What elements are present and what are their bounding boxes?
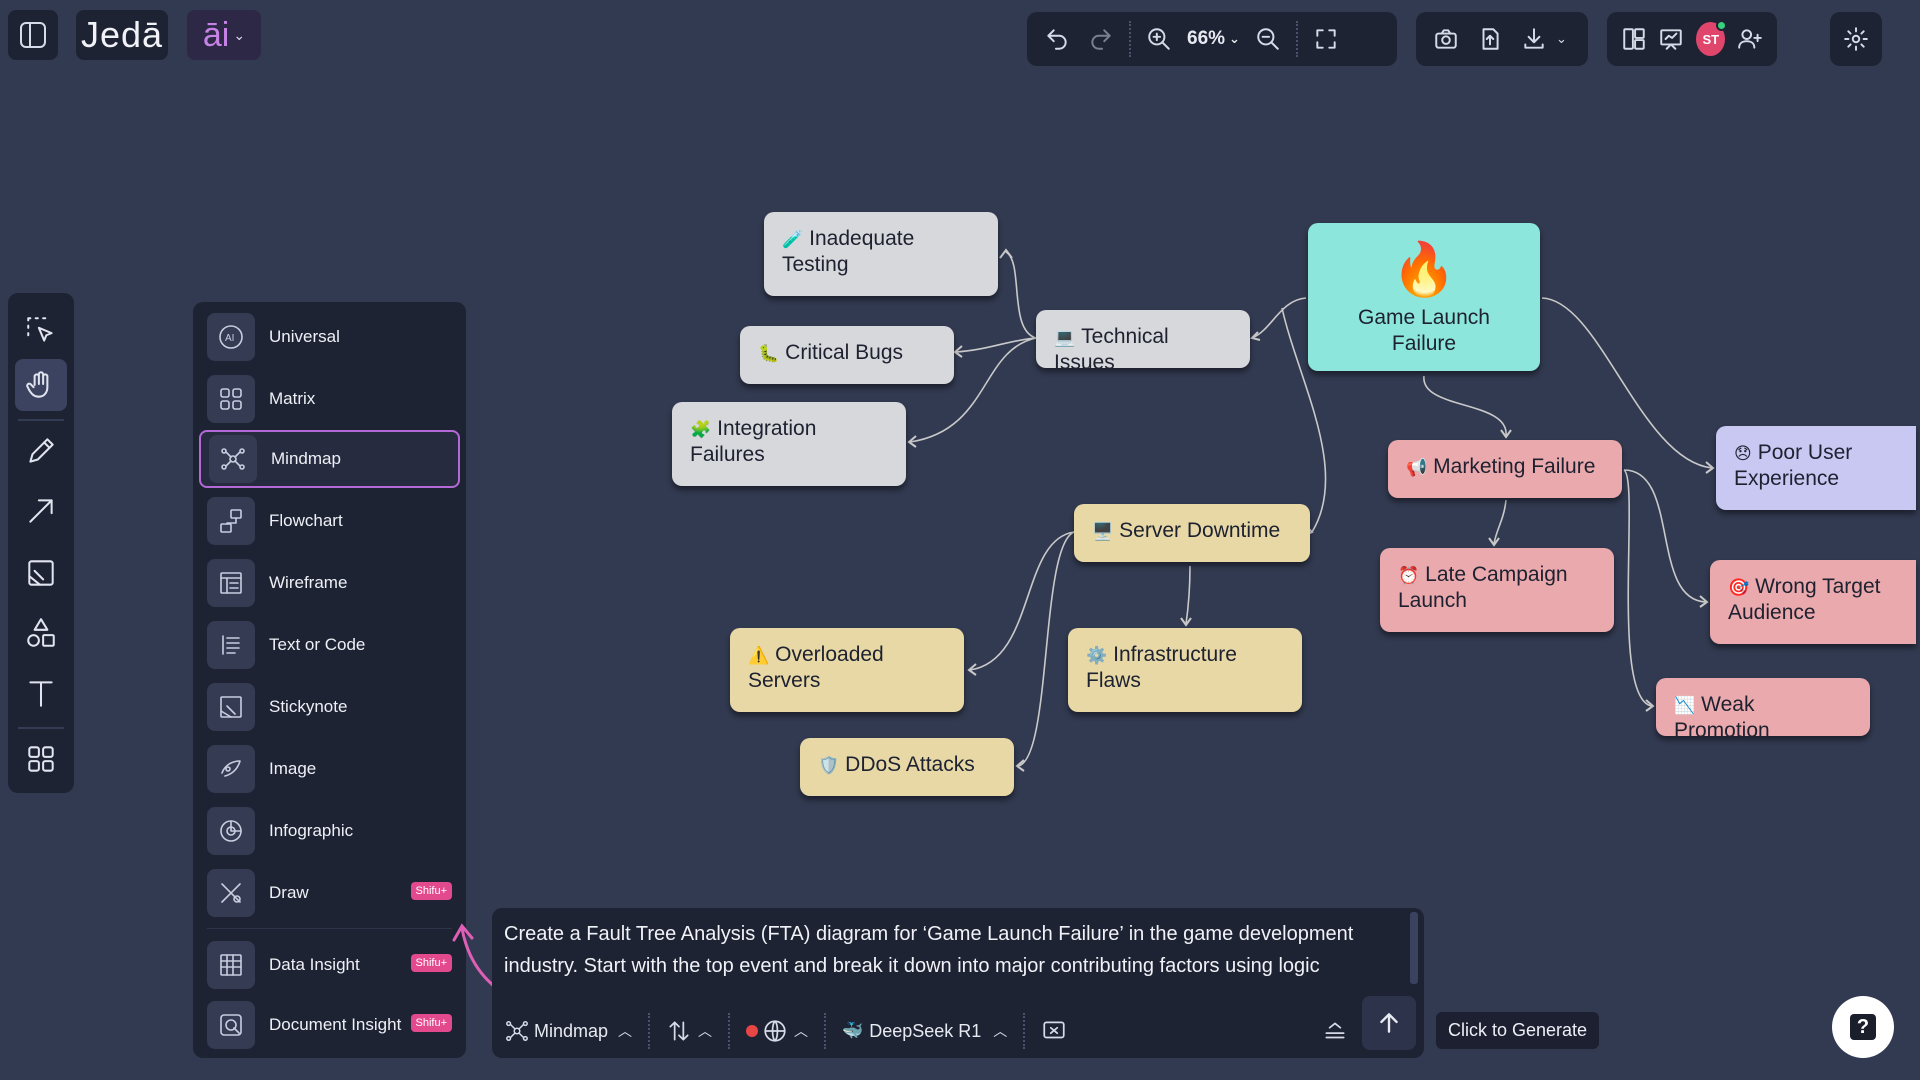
node-label: Wrong Target Audience [1728, 575, 1881, 625]
node-critical-bugs[interactable]: 🐛 Critical Bugs [740, 326, 954, 384]
gear-icon: ⚙️ [1086, 646, 1108, 665]
mindmap-icon [506, 1020, 528, 1042]
test-tube-icon: 🧪 [782, 230, 804, 249]
node-label: DDoS Attacks [845, 753, 975, 776]
help-button[interactable]: ? [1832, 996, 1894, 1058]
mode-select[interactable]: Mindmap ︿ [504, 1018, 632, 1044]
model-label: DeepSeek R1 [869, 1020, 982, 1041]
node-marketing-failure[interactable]: 📢 Marketing Failure [1388, 440, 1622, 498]
chevron-up-icon: ︿ [794, 1023, 809, 1039]
whale-icon: 🐳 [842, 1021, 864, 1040]
fire-icon: 🔥 [1391, 241, 1457, 299]
divider [728, 1013, 731, 1049]
prompt-input[interactable]: Create a Fault Tree Analysis (FTA) diagr… [504, 918, 1404, 994]
chevron-up-icon: ︿ [993, 1023, 1008, 1039]
web-search-toggle[interactable]: ︿ [746, 1018, 808, 1044]
node-label: Late Campaign Launch [1398, 563, 1568, 613]
node-inadequate-testing[interactable]: 🧪 Inadequate Testing [764, 212, 998, 296]
node-server-downtime[interactable]: 🖥️ Server Downtime [1074, 504, 1310, 562]
divider [1023, 1013, 1026, 1049]
divider [824, 1013, 827, 1049]
sort-arrows-icon [669, 1021, 689, 1041]
globe-icon [764, 1020, 786, 1042]
prompt-scrollbar[interactable] [1410, 912, 1418, 984]
node-label: Critical Bugs [785, 341, 904, 364]
node-label: Marketing Failure [1433, 455, 1596, 478]
alarm-clock-icon: ⏰ [1398, 566, 1420, 585]
shield-icon: 🛡️ [818, 756, 840, 775]
sad-face-icon: 😞 [1734, 444, 1752, 463]
node-label: Server Downtime [1119, 519, 1281, 542]
node-poor-user-experience[interactable]: 😞 Poor User Experience [1716, 426, 1916, 510]
chat-button[interactable] [1041, 1018, 1067, 1044]
megaphone-icon: 📢 [1406, 458, 1428, 477]
generate-button[interactable] [1362, 996, 1416, 1050]
direction-select[interactable]: ︿ [666, 1018, 712, 1044]
record-dot-icon [746, 1025, 759, 1037]
computer-icon: 💻 [1054, 328, 1076, 347]
bug-icon: 🐛 [758, 344, 780, 363]
node-label: Infrastructure Flaws [1086, 643, 1237, 693]
chart-down-icon: 📉 [1674, 696, 1696, 715]
question-icon: ? [1850, 1014, 1876, 1040]
node-wrong-target-audience[interactable]: 🎯 Wrong Target Audience [1710, 560, 1916, 644]
node-technical-issues[interactable]: 💻 Technical Issues [1036, 310, 1250, 374]
stack-icon [1325, 1022, 1345, 1039]
prompt-panel: Create a Fault Tree Analysis (FTA) diagr… [492, 908, 1424, 1058]
divider [648, 1013, 651, 1049]
puzzle-icon: 🧩 [690, 420, 712, 439]
node-integration-failures[interactable]: 🧩 Integration Failures [672, 402, 906, 486]
node-late-campaign[interactable]: ⏰ Late Campaign Launch [1380, 548, 1614, 632]
node-label: Game Launch Failure [1358, 306, 1490, 356]
node-weak-promotion[interactable]: 📉 Weak Promotion [1656, 678, 1870, 742]
chevron-up-icon: ︿ [618, 1023, 633, 1039]
expand-button[interactable] [1322, 1018, 1348, 1044]
arrow-up-icon [1380, 1013, 1398, 1033]
node-infrastructure-flaws[interactable]: ⚙️ Infrastructure Flaws [1068, 628, 1302, 712]
model-select[interactable]: 🐳 DeepSeek R1 ︿ [842, 1021, 1007, 1042]
target-icon: 🎯 [1728, 578, 1750, 597]
mode-label: Mindmap [534, 1020, 609, 1041]
node-overloaded-servers[interactable]: ⚠️ Overloaded Servers [730, 628, 964, 712]
warning-icon: ⚠️ [748, 646, 770, 665]
chevron-up-icon: ︿ [698, 1023, 713, 1039]
node-ddos-attacks[interactable]: 🛡️ DDoS Attacks [800, 738, 1014, 796]
chat-icon [1043, 1021, 1065, 1039]
desktop-icon: 🖥️ [1092, 522, 1114, 541]
generate-tooltip: Click to Generate [1436, 1012, 1600, 1049]
root-node[interactable]: 🔥 Game Launch Failure [1308, 223, 1540, 371]
prompt-controls: Mindmap ︿ ︿ ︿ 🐳 DeepSeek R1 ︿ [492, 1004, 1424, 1058]
